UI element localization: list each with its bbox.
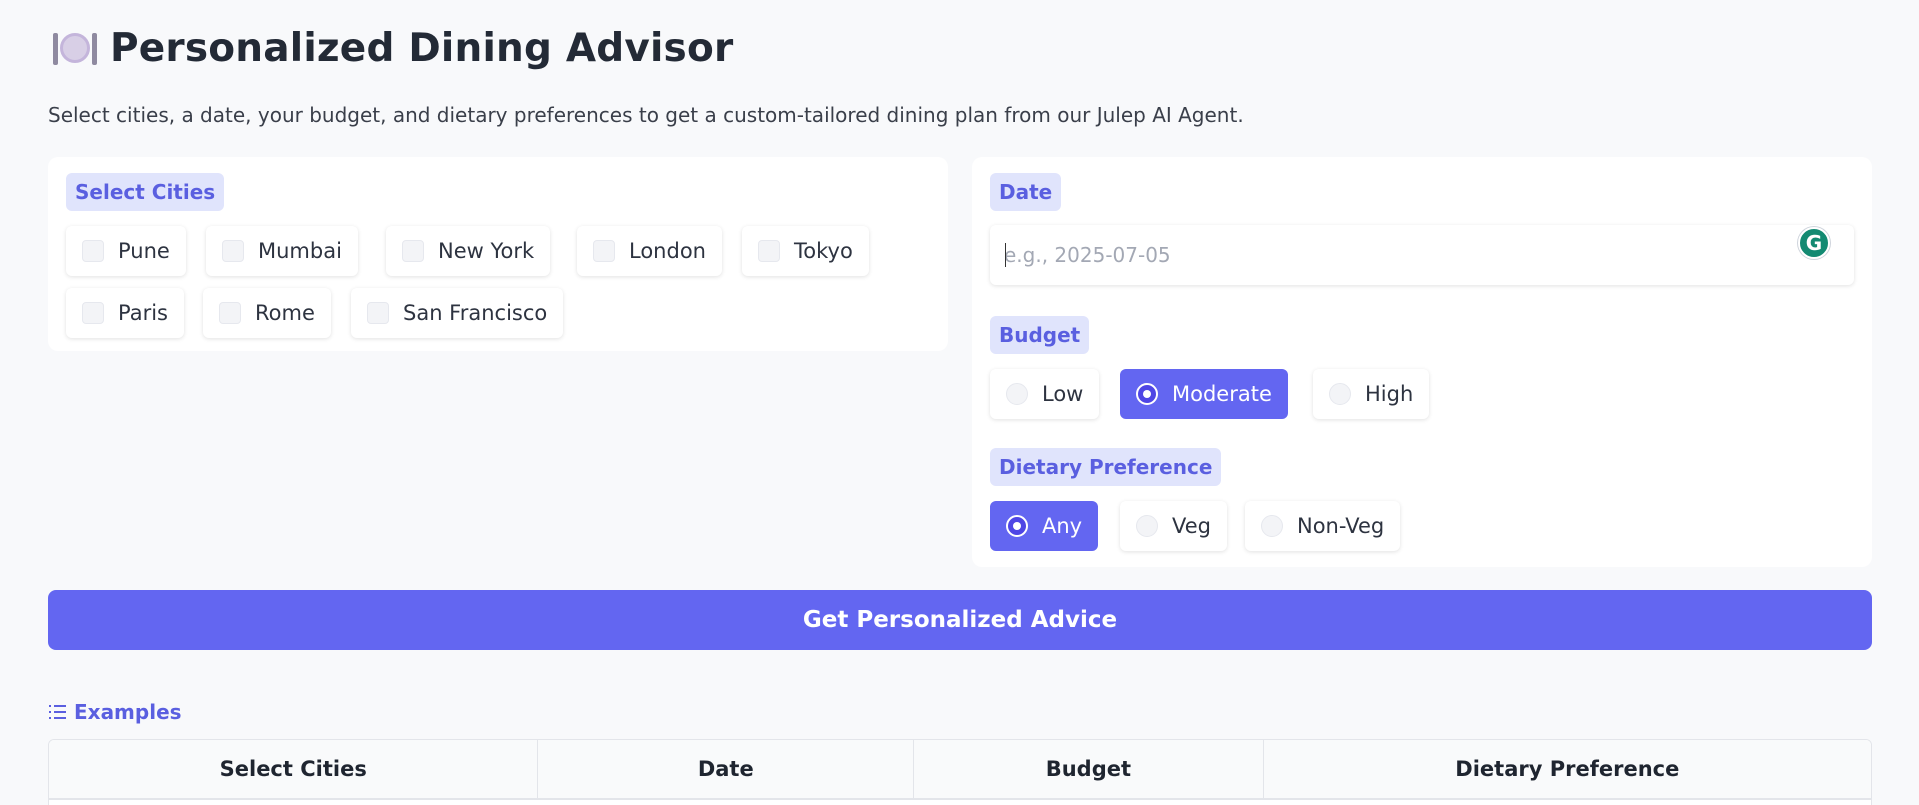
budget-option-high[interactable]: High — [1313, 369, 1430, 419]
cities-panel: Select Cities Pune Mumbai New York Londo… — [48, 157, 948, 351]
budget-option-moderate[interactable]: Moderate — [1120, 369, 1288, 419]
budget-option-low[interactable]: Low — [990, 369, 1100, 419]
diet-option-any[interactable]: Any — [990, 501, 1099, 551]
radio-button[interactable] — [1329, 383, 1351, 405]
diet-option-non-veg[interactable]: Non-Veg — [1245, 501, 1401, 551]
budget-option-label: High — [1365, 382, 1414, 406]
page-subtitle: Select cities, a date, your budget, and … — [48, 103, 1244, 127]
city-option-san-francisco[interactable]: San Francisco — [351, 288, 564, 338]
plate-cutlery-icon — [52, 27, 97, 71]
radio-button[interactable] — [1136, 515, 1158, 537]
page-title: Personalized Dining Advisor — [110, 26, 734, 71]
radio-button[interactable] — [1261, 515, 1283, 537]
city-option-rome[interactable]: Rome — [203, 288, 331, 338]
column-header[interactable]: Date — [538, 740, 915, 798]
radio-button[interactable] — [1006, 515, 1028, 537]
diet-option-label: Veg — [1172, 514, 1211, 538]
checkbox[interactable] — [402, 240, 424, 262]
city-option-paris[interactable]: Paris — [66, 288, 184, 338]
city-option-london[interactable]: London — [577, 226, 722, 276]
city-option-label: London — [629, 239, 706, 263]
get-advice-button[interactable]: Get Personalized Advice — [48, 590, 1872, 650]
column-header[interactable]: Budget — [914, 740, 1264, 798]
radio-button[interactable] — [1006, 383, 1028, 405]
text-caret — [1005, 243, 1006, 267]
date-label: Date — [990, 173, 1062, 211]
city-option-label: Rome — [255, 301, 315, 325]
budget-option-label: Low — [1042, 382, 1084, 406]
examples-table: Select Cities Date Budget Dietary Prefer… — [48, 739, 1872, 805]
checkbox[interactable] — [758, 240, 780, 262]
table-header-row: Select Cities Date Budget Dietary Prefer… — [49, 740, 1871, 800]
checkbox[interactable] — [219, 302, 241, 324]
column-header[interactable]: Select Cities — [49, 740, 539, 798]
checkbox[interactable] — [82, 302, 104, 324]
list-icon — [49, 705, 66, 719]
city-option-label: San Francisco — [403, 301, 548, 325]
city-option-pune[interactable]: Pune — [66, 226, 186, 276]
radio-button[interactable] — [1136, 383, 1158, 405]
checkbox[interactable] — [82, 240, 104, 262]
city-option-label: Paris — [118, 301, 168, 325]
city-option-tokyo[interactable]: Tokyo — [742, 226, 869, 276]
diet-label: Dietary Preference — [990, 448, 1222, 486]
page-header: Personalized Dining Advisor — [52, 26, 733, 71]
budget-label: Budget — [990, 316, 1090, 354]
column-header[interactable]: Dietary Preference — [1264, 740, 1871, 798]
budget-option-label: Moderate — [1172, 382, 1272, 406]
city-option-label: New York — [438, 239, 535, 263]
date-input[interactable] — [990, 225, 1854, 285]
city-option-label: Mumbai — [258, 239, 342, 263]
diet-option-label: Non-Veg — [1297, 514, 1385, 538]
examples-label: Examples — [74, 700, 182, 724]
cities-label: Select Cities — [66, 173, 225, 211]
city-option-new-york[interactable]: New York — [386, 226, 551, 276]
checkbox[interactable] — [367, 302, 389, 324]
city-option-mumbai[interactable]: Mumbai — [206, 226, 358, 276]
examples-header[interactable]: Examples — [49, 700, 182, 724]
diet-option-veg[interactable]: Veg — [1120, 501, 1227, 551]
preferences-panel: Date G Budget Low Moderate High Dietary … — [972, 157, 1872, 567]
city-option-label: Pune — [118, 239, 170, 263]
checkbox[interactable] — [222, 240, 244, 262]
checkbox[interactable] — [593, 240, 615, 262]
city-option-label: Tokyo — [794, 239, 853, 263]
grammarly-icon[interactable]: G — [1798, 227, 1830, 259]
diet-option-label: Any — [1042, 514, 1083, 538]
